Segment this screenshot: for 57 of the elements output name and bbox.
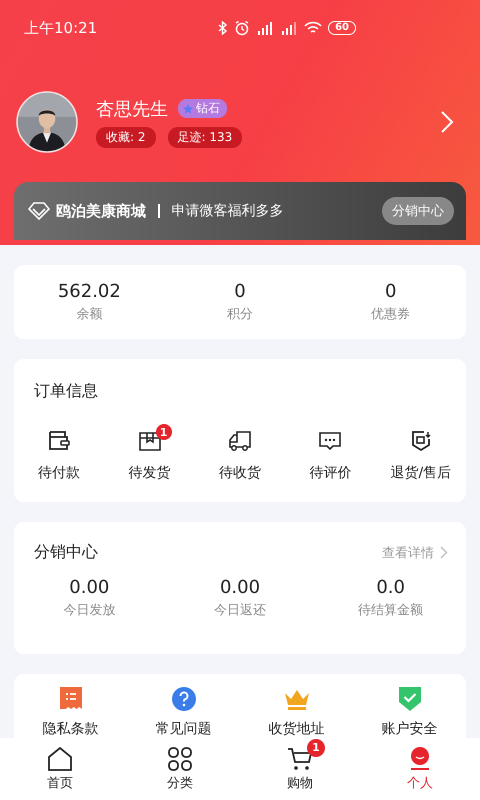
member-level-badge: 钻石 [178,99,227,118]
stat-label: 今日发放 [63,602,116,619]
stat-value: 0.00 [69,577,110,598]
wallet-icon [47,430,72,452]
service-item[interactable]: 常见问题 [127,686,240,738]
tab-item[interactable]: 首页 [0,738,120,800]
home-icon [47,746,73,770]
bluetooth-icon [218,21,228,35]
grid-icon [168,746,192,770]
signal-icon [280,21,298,35]
stat-value: 0.0 [376,577,405,598]
cart-count-badge: 1 [307,738,325,756]
order-status-item[interactable]: 1 待发货 [104,422,195,482]
asset-label: 优惠券 [371,306,410,323]
service-item[interactable]: 账户安全 [353,686,466,738]
person-icon [408,746,432,770]
stat-label: 待结算金额 [358,602,424,619]
section-title: 分销中心 [34,542,98,563]
signal-icon [256,21,274,35]
asset-value: 0 [234,281,246,302]
tab-item[interactable]: 个人 [360,738,480,800]
tab-item[interactable]: 分类 [120,738,240,800]
alarm-icon [234,20,250,36]
asset-label: 积分 [227,306,253,323]
shop-name: 鸥泊美康商城 [56,202,146,220]
section-title: 订单信息 [34,381,98,400]
chevron-right-icon [440,546,448,559]
asset-value: 0 [384,281,396,302]
banner-slogan: 申请微客福利多多 [172,202,284,220]
comment-icon [318,430,342,452]
order-status-item[interactable]: 退货/售后 [376,422,466,482]
status-time: 上午10:21 [24,18,98,38]
distribution-center-button[interactable]: 分销中心 [382,197,454,225]
asset-value: 562.02 [58,281,121,302]
stat-value: 0.00 [220,577,260,598]
receipt-icon [58,686,82,712]
chevron-right-icon[interactable] [440,110,454,134]
profile-stat[interactable]: 收藏: 2 [96,126,156,148]
stat-label: 今日返还 [214,602,266,619]
service-item[interactable]: 收货地址 [240,686,353,738]
tab-item[interactable]: 1 购物 [240,738,360,800]
cart-icon [287,746,313,770]
order-status-item[interactable]: 待收货 [194,422,286,482]
user-name: 杏思先生 [96,98,168,120]
package-icon [138,430,162,452]
truck-icon [228,430,252,452]
asset-label: 余额 [76,306,102,323]
wifi-icon [304,21,322,35]
profile-stat[interactable]: 足迹: 133 [168,126,242,148]
shield-check-icon [398,686,422,712]
question-icon [172,686,196,712]
order-status-item[interactable]: 待评价 [285,422,376,482]
service-item[interactable]: 隐私条款 [14,686,127,738]
order-status-item[interactable]: 待付款 [14,422,104,482]
count-badge: 1 [156,424,172,440]
diamond-icon [28,202,50,220]
battery-indicator: 60 [328,21,356,35]
